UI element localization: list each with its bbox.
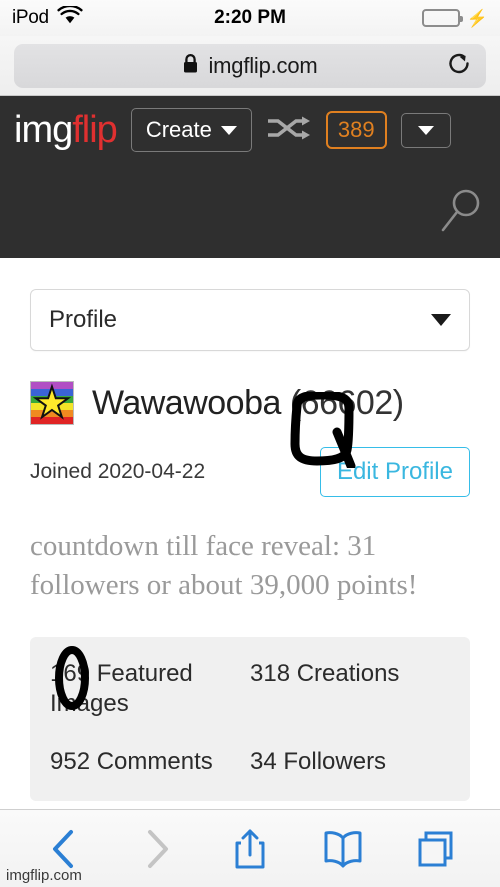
imgflip-logo[interactable]: imgflip [14, 109, 118, 151]
stat-comments[interactable]: 952 Comments [50, 747, 250, 777]
chevron-down-icon [417, 125, 434, 135]
username-text: Wawawooba [92, 383, 281, 422]
edit-profile-button[interactable]: Edit Profile [319, 447, 470, 497]
profile-stats-box: 169 Featured Images 318 Creations 952 Co… [30, 637, 470, 802]
chevron-down-icon [431, 314, 451, 326]
stat-followers[interactable]: 34 Followers [250, 747, 450, 777]
profile-section-select[interactable]: Profile [30, 289, 470, 351]
carrier-label: iPod [12, 7, 49, 28]
stat-creations[interactable]: 318 Creations [250, 659, 450, 719]
forward-button[interactable] [128, 820, 186, 878]
reload-icon[interactable] [446, 50, 472, 81]
lock-icon [182, 53, 199, 79]
url-bar[interactable]: imgflip.com [14, 43, 486, 88]
avatar[interactable]: ★ [30, 381, 74, 425]
imgflip-watermark: imgflip.com [6, 867, 82, 884]
profile-section-select-value: Profile [49, 306, 118, 333]
ios-status-bar: iPod 2:20 PM ⚡ [0, 0, 500, 36]
user-identity-row: ★ Wawawooba (66602) [30, 381, 470, 425]
site-header-row: imgflip Create 389 [0, 96, 500, 152]
profile-meta-row: Joined 2020-04-22 Edit Profile [30, 447, 470, 497]
shuffle-icon[interactable] [266, 114, 312, 147]
profile-bio-text: countdown till face reveal: 31 followers… [30, 530, 418, 602]
logo-text-img: img [14, 109, 73, 151]
phone-screen: iPod 2:20 PM ⚡ imgflip.com imgflip Creat… [0, 0, 500, 887]
battery-icon [421, 9, 463, 27]
lightning-bolt-icon: ⚡ [466, 8, 488, 28]
menu-dropdown-button[interactable] [400, 112, 451, 148]
create-button-label: Create [145, 117, 212, 142]
wifi-icon [57, 4, 83, 30]
chevron-down-icon [220, 125, 237, 135]
profile-page-content: Profile ★ Wawawooba (66602) Joined 2020-… [0, 289, 500, 802]
status-bar-right: ⚡ [421, 8, 488, 28]
stat-featured-images[interactable]: 169 Featured Images [50, 659, 250, 719]
star-icon: ★ [32, 381, 72, 425]
logo-text-flip: flip [72, 109, 118, 151]
user-points-text: (66602) [289, 383, 404, 422]
points-badge[interactable]: 389 [325, 111, 387, 149]
site-header: imgflip Create 389 [0, 96, 500, 258]
joined-date-label: Joined 2020-04-22 [30, 460, 206, 483]
tabs-button[interactable] [407, 820, 465, 878]
create-button[interactable]: Create [130, 108, 252, 152]
bookmarks-button[interactable] [314, 820, 372, 878]
url-text: imgflip.com [208, 52, 318, 78]
status-bar-left: iPod [12, 4, 83, 30]
browser-bottom-toolbar: imgflip.com [0, 809, 500, 887]
username-label: Wawawooba (66602) [92, 384, 404, 423]
share-button[interactable] [221, 820, 279, 878]
search-icon[interactable] [438, 187, 482, 240]
browser-url-bar-container: imgflip.com [0, 36, 500, 96]
